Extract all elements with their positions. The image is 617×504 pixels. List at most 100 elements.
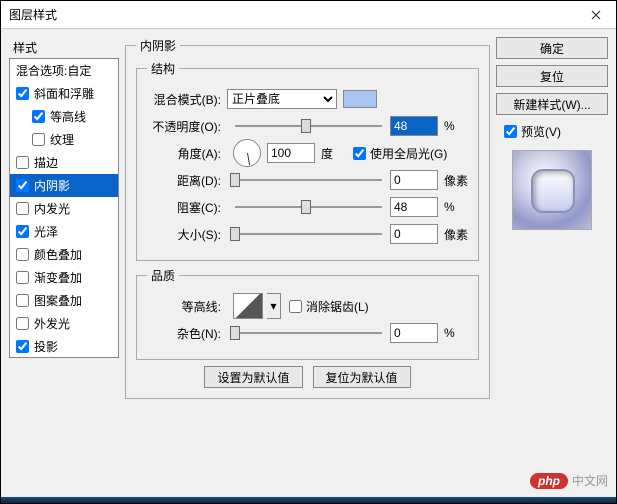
style-item-4[interactable]: 描边 [10,151,118,174]
choke-input[interactable]: 48 [390,197,438,217]
color-swatch[interactable] [343,90,377,108]
styles-column: 样式 混合选项:自定斜面和浮雕等高线纹理描边内阴影内发光光泽颜色叠加渐变叠加图案… [9,37,119,489]
style-item-10[interactable]: 图案叠加 [10,289,118,312]
style-checkbox[interactable] [16,87,29,100]
size-input[interactable]: 0 [390,224,438,244]
opacity-label: 不透明度(O): [147,118,227,135]
style-checkbox[interactable] [16,225,29,238]
styles-header: 样式 [9,37,119,58]
close-button[interactable] [576,1,616,29]
style-item-3[interactable]: 纹理 [10,128,118,151]
quality-group: 品质 等高线: ▾ 消除锯齿(L) 杂色(N): 0 [136,267,479,360]
quality-legend: 品质 [147,267,179,284]
angle-label: 角度(A): [147,145,227,162]
choke-slider[interactable] [235,198,382,216]
angle-input[interactable]: 100 [267,143,315,163]
noise-slider[interactable] [235,324,382,342]
watermark-badge: php [530,473,568,489]
distance-unit: 像素 [438,172,468,189]
style-item-9[interactable]: 渐变叠加 [10,266,118,289]
distance-slider[interactable] [235,171,382,189]
choke-label: 阻塞(C): [147,199,227,216]
taskbar-strip [1,497,616,503]
structure-legend: 结构 [147,60,179,77]
style-item-2[interactable]: 等高线 [10,105,118,128]
style-label: 斜面和浮雕 [34,85,94,102]
style-checkbox[interactable] [16,317,29,330]
style-item-1[interactable]: 斜面和浮雕 [10,82,118,105]
style-item-12[interactable]: 投影 [10,335,118,358]
opacity-slider[interactable] [235,117,382,135]
size-label: 大小(S): [147,226,227,243]
distance-input[interactable]: 0 [390,170,438,190]
style-label: 等高线 [50,108,86,125]
style-checkbox[interactable] [16,271,29,284]
titlebar: 图层样式 [1,1,616,29]
opacity-unit: % [438,119,468,133]
noise-label: 杂色(N): [147,325,227,342]
style-label: 渐变叠加 [34,269,82,286]
global-light-checkbox[interactable]: 使用全局光(G) [353,145,447,162]
angle-dial[interactable] [233,139,261,167]
antialias-label: 消除锯齿(L) [306,298,369,315]
contour-label: 等高线: [147,298,227,315]
noise-unit: % [438,326,468,340]
contour-picker[interactable] [233,293,263,319]
style-label: 颜色叠加 [34,246,82,263]
window-title: 图层样式 [9,6,576,23]
preview-thumbnail [512,150,592,230]
style-item-8[interactable]: 颜色叠加 [10,243,118,266]
style-item-11[interactable]: 外发光 [10,312,118,335]
make-default-button[interactable]: 设置为默认值 [204,366,302,388]
close-icon [591,10,601,20]
noise-input[interactable]: 0 [390,323,438,343]
preview-checkbox[interactable]: 预览(V) [504,123,608,140]
panel-fieldset: 内阴影 结构 混合模式(B): 正片叠底 不透明度(O): 48 % [125,37,490,399]
styles-list[interactable]: 混合选项:自定斜面和浮雕等高线纹理描边内阴影内发光光泽颜色叠加渐变叠加图案叠加外… [9,58,119,358]
antialias-checkbox[interactable]: 消除锯齿(L) [289,298,369,315]
size-unit: 像素 [438,226,468,243]
style-label: 光泽 [34,223,58,240]
angle-unit: 度 [315,145,345,162]
structure-group: 结构 混合模式(B): 正片叠底 不透明度(O): 48 % 角度(A): [136,60,479,261]
layer-style-dialog: 图层样式 样式 混合选项:自定斜面和浮雕等高线纹理描边内阴影内发光光泽颜色叠加渐… [0,0,617,504]
style-item-5[interactable]: 内阴影 [10,174,118,197]
style-checkbox[interactable] [32,110,45,123]
style-checkbox[interactable] [16,294,29,307]
style-label: 混合选项:自定 [16,62,91,79]
opacity-input[interactable]: 48 [390,116,438,136]
watermark: php 中文网 [530,472,608,489]
style-checkbox[interactable] [16,248,29,261]
style-label: 图案叠加 [34,292,82,309]
style-label: 纹理 [50,131,74,148]
settings-column: 内阴影 结构 混合模式(B): 正片叠底 不透明度(O): 48 % [125,37,490,489]
style-checkbox[interactable] [16,340,29,353]
reset-button[interactable]: 复位 [496,65,608,87]
style-label: 内发光 [34,200,70,217]
style-label: 投影 [34,338,58,355]
style-item-0[interactable]: 混合选项:自定 [10,59,118,82]
reset-default-button[interactable]: 复位为默认值 [313,366,411,388]
style-checkbox[interactable] [16,156,29,169]
watermark-text: 中文网 [572,472,608,489]
style-item-7[interactable]: 光泽 [10,220,118,243]
style-checkbox[interactable] [16,202,29,215]
ok-button[interactable]: 确定 [496,37,608,59]
style-checkbox[interactable] [16,179,29,192]
new-style-button[interactable]: 新建样式(W)... [496,93,608,115]
distance-label: 距离(D): [147,172,227,189]
style-label: 描边 [34,154,58,171]
choke-unit: % [438,200,468,214]
style-label: 外发光 [34,315,70,332]
blend-mode-select[interactable]: 正片叠底 [227,89,337,109]
panel-title: 内阴影 [136,37,180,54]
contour-dropdown-icon[interactable]: ▾ [267,293,281,319]
action-column: 确定 复位 新建样式(W)... 预览(V) [496,37,608,489]
style-label: 内阴影 [34,177,70,194]
preview-label: 预览(V) [521,123,561,140]
size-slider[interactable] [235,225,382,243]
blend-mode-label: 混合模式(B): [147,91,227,108]
style-checkbox[interactable] [32,133,45,146]
style-item-6[interactable]: 内发光 [10,197,118,220]
global-light-label: 使用全局光(G) [370,145,447,162]
